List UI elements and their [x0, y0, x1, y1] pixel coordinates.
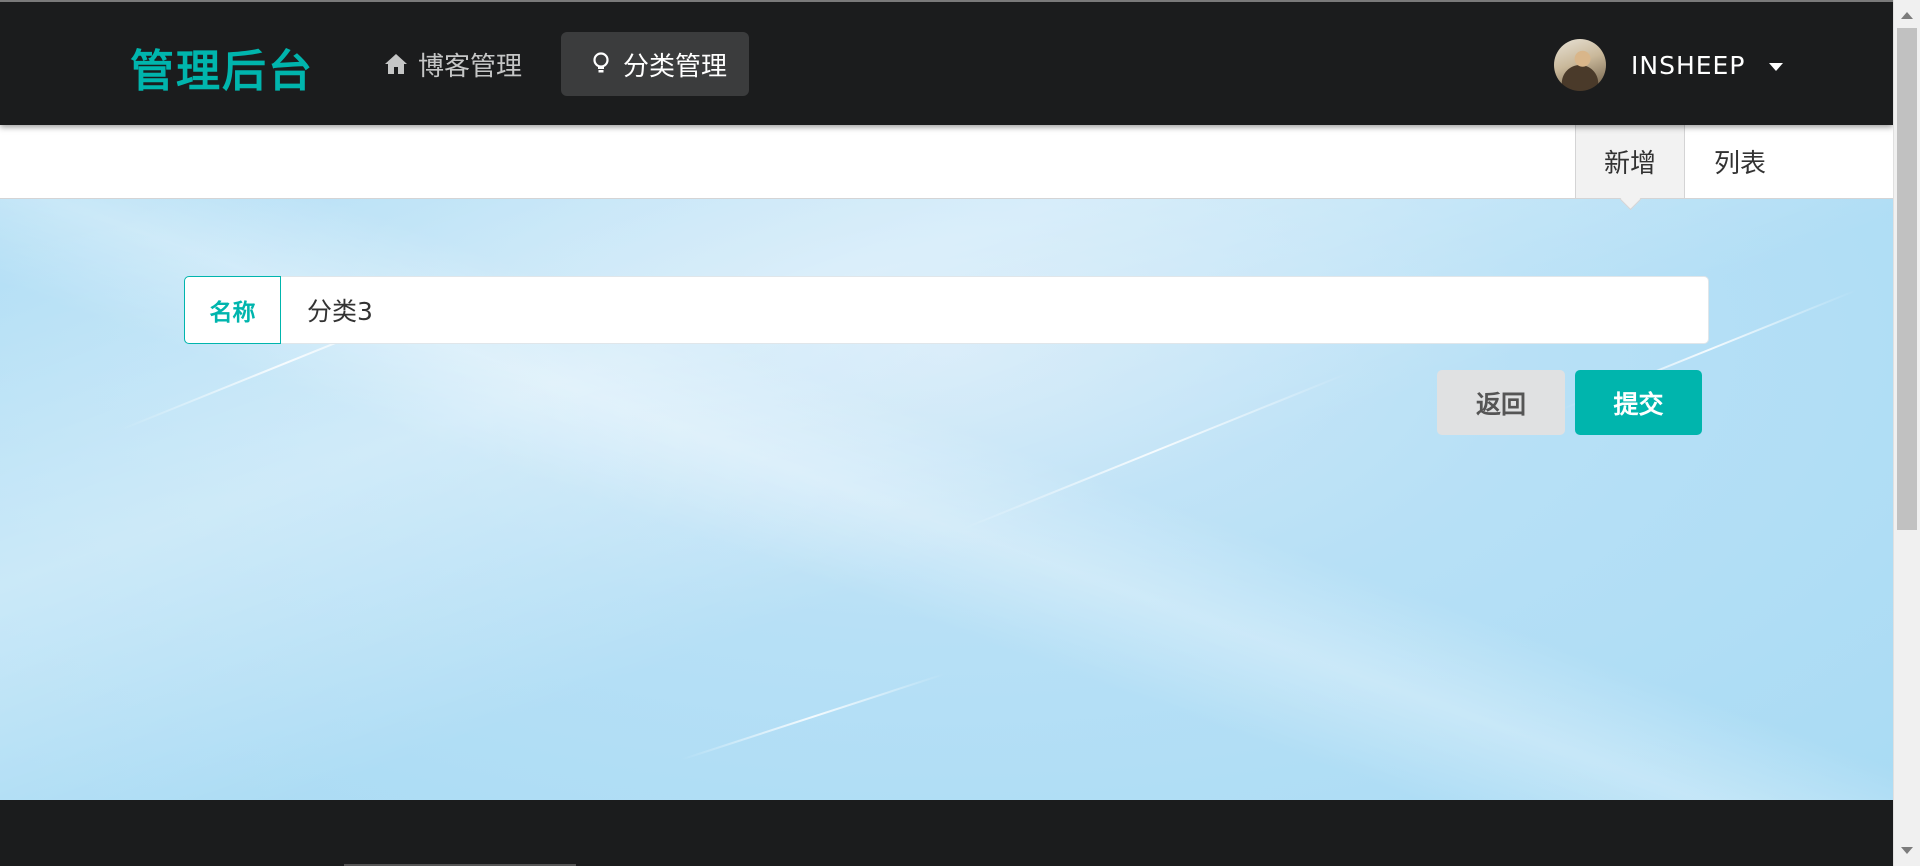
- secondary-menu: 新增 列表: [0, 125, 1893, 199]
- name-form-row: 名称: [184, 276, 1709, 344]
- name-input[interactable]: [281, 276, 1709, 344]
- nav-item-blog-management[interactable]: 博客管理: [370, 32, 534, 96]
- nav-item-label: 博客管理: [418, 51, 523, 82]
- submenu-item-list[interactable]: 列表: [1685, 125, 1795, 198]
- page: 管理后台 博客管理 分类管理 INSHEEP 新增 列表 名称 分类3 返回 提…: [0, 0, 1920, 866]
- vertical-scrollbar[interactable]: [1893, 0, 1920, 866]
- user-menu[interactable]: INSHEEP: [1554, 38, 1784, 92]
- scrollbar-thumb[interactable]: [1897, 28, 1917, 530]
- back-button[interactable]: 返回: [1437, 370, 1565, 435]
- footer: [0, 800, 1893, 866]
- scroll-down-arrow-icon[interactable]: [1901, 847, 1913, 854]
- nav-item-category-management[interactable]: 分类管理: [561, 32, 749, 96]
- username: INSHEEP: [1631, 50, 1746, 80]
- home-icon: [382, 53, 410, 75]
- submit-button[interactable]: 提交: [1575, 370, 1702, 435]
- background-streak: [959, 371, 1350, 531]
- caret-down-icon[interactable]: [1769, 63, 1784, 71]
- brand-logo-text[interactable]: 管理后台: [130, 35, 314, 99]
- scroll-up-arrow-icon[interactable]: [1901, 12, 1913, 19]
- main-content: 名称 返回 提交: [0, 199, 1893, 800]
- name-label: 名称: [184, 276, 281, 344]
- top-navbar: 管理后台 博客管理 分类管理 INSHEEP: [0, 0, 1893, 125]
- background-streak: [679, 672, 947, 761]
- submenu-item-new[interactable]: 新增: [1575, 125, 1685, 198]
- nav-item-label: 分类管理: [623, 51, 728, 82]
- lightbulb-icon: [587, 52, 615, 76]
- avatar[interactable]: [1554, 39, 1606, 91]
